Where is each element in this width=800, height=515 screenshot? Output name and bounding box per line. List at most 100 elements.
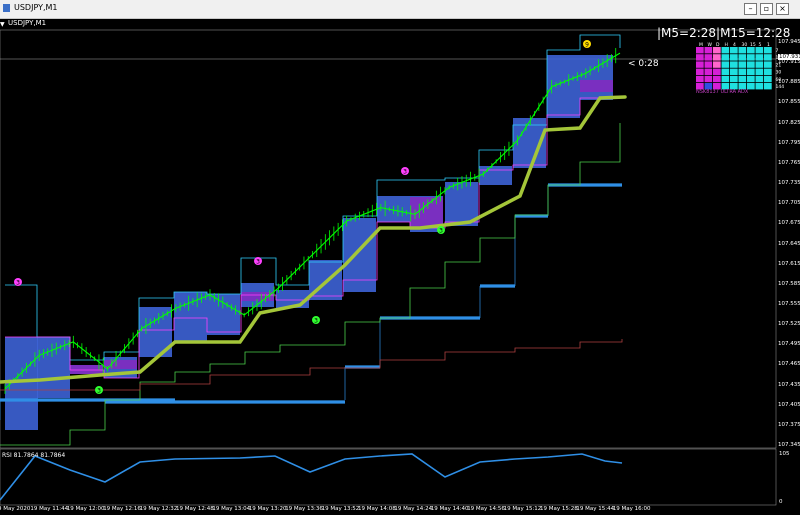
range-box	[174, 292, 207, 342]
time-axis-label: 19 May 13:04	[212, 506, 251, 512]
bar-countdown: < 0:28	[628, 59, 659, 69]
adx-label: NSK8137 ULTRA ADX	[696, 89, 749, 95]
adx-cell	[696, 61, 704, 68]
time-axis-label: 19 May 13:20	[248, 506, 287, 512]
time-axis-label: 19 May 14:40	[430, 506, 469, 512]
price-axis-label: 107.825	[778, 119, 800, 126]
adx-cell	[696, 47, 704, 54]
adx-cell	[764, 68, 772, 75]
price-axis-label: 107.945	[778, 39, 800, 45]
time-axis-label: 19 May 13:52	[321, 506, 360, 512]
adx-cell	[755, 61, 764, 68]
adx-cell	[764, 83, 772, 90]
upper-envelope-line	[5, 34, 621, 361]
adx-cell	[747, 47, 755, 54]
time-axis-label: 19 May 12:00	[66, 506, 105, 512]
adx-cell	[738, 54, 747, 61]
price-axis-label: 107.675	[778, 220, 800, 227]
price-axis-label: 107.885	[778, 79, 800, 86]
adx-cell	[738, 61, 747, 68]
rsi-label: RSI 81.7864 81.7864	[2, 452, 66, 459]
time-axis-label: 19 May 12:16	[103, 506, 141, 512]
price-axis-label: 107.915	[778, 59, 800, 66]
price-axis-label: 107.495	[778, 341, 800, 348]
signal-marker-label: 3	[439, 228, 443, 235]
adx-row-label: 30	[776, 70, 782, 76]
adx-cell	[764, 75, 772, 83]
time-axis-label: 19 May 15:28	[540, 506, 578, 512]
range-box-accent	[241, 292, 274, 301]
price-axis-label: 107.375	[778, 421, 800, 428]
adx-cell	[721, 75, 730, 83]
adx-cell	[730, 47, 738, 54]
adx-cell	[696, 54, 704, 61]
price-axis-label: 107.465	[778, 361, 800, 368]
adx-cell	[764, 61, 772, 68]
adx-cell	[755, 68, 764, 75]
adx-cell	[755, 75, 764, 83]
adx-cell	[696, 68, 704, 75]
range-box	[343, 218, 376, 292]
price-axis-label: 107.345	[778, 442, 800, 448]
range-box	[207, 294, 240, 335]
rsi-bottom-level: 0	[779, 499, 783, 505]
adx-cell	[730, 75, 738, 83]
adx-cell	[704, 47, 713, 54]
adx-cell	[713, 75, 721, 83]
time-axis-label: 19 May 14:08	[358, 506, 396, 512]
adx-cell	[721, 61, 730, 68]
adx-cell	[738, 75, 747, 83]
time-axis-label: 19 May 14:56	[467, 506, 505, 512]
signal-marker-label: 3	[314, 318, 318, 325]
adx-cell	[730, 61, 738, 68]
price-axis-label: 107.855	[778, 99, 800, 106]
adx-cell	[738, 68, 747, 75]
adx-cell	[696, 75, 704, 83]
range-box-accent	[70, 365, 103, 374]
adx-cell	[704, 75, 713, 83]
price-axis-label: 107.795	[778, 139, 800, 146]
time-axis-label: 19 May 16:00	[612, 506, 651, 512]
adx-cell	[764, 54, 772, 61]
price-axis-label: 107.525	[778, 321, 800, 328]
price-axis-label: 107.435	[778, 381, 800, 388]
adx-cell	[704, 68, 713, 75]
adx-cell	[713, 47, 721, 54]
time-axis-label: 19 May 13:36	[285, 506, 323, 512]
adx-cell	[721, 47, 730, 54]
adx-cell	[713, 61, 721, 68]
rsi-line	[0, 453, 623, 501]
adx-cell	[704, 61, 713, 68]
adx-cell	[713, 54, 721, 61]
adx-cell	[755, 83, 764, 90]
adx-cell	[738, 47, 747, 54]
signal-marker-label: 3	[256, 259, 260, 266]
signal-marker-label: 3	[97, 388, 101, 395]
adx-cell	[755, 47, 764, 54]
adx-cell	[755, 54, 764, 61]
price-line	[4, 52, 621, 390]
main-chart-frame	[0, 29, 777, 449]
price-axis-label: 107.585	[778, 280, 800, 287]
timer-display: |M5=2:28|M15=12:28	[657, 26, 791, 40]
current-price-box: 107.931	[778, 54, 800, 60]
price-chart[interactable]: 3333339MWDH43015517142130601441050	[0, 0, 800, 515]
price-axis-label: 107.705	[778, 200, 800, 207]
time-axis-label: 19 May 15:12	[503, 506, 542, 512]
signal-marker-label: 9	[585, 42, 589, 49]
trend-line	[0, 339, 623, 391]
adx-cell	[713, 68, 721, 75]
time-axis-label: 19 May 12:32	[139, 506, 178, 512]
adx-cell	[747, 68, 755, 75]
time-axis-label: 19 May 11:44	[30, 506, 69, 512]
time-axis-label: 19 May 14:24	[394, 506, 433, 512]
price-axis-label: 107.735	[778, 180, 800, 187]
adx-cell	[764, 47, 772, 54]
rsi-frame	[0, 448, 777, 506]
adx-cell	[747, 61, 755, 68]
adx-cell	[721, 68, 730, 75]
adx-cell	[730, 68, 738, 75]
range-box-accent	[580, 80, 613, 92]
price-axis-label: 107.645	[778, 240, 800, 247]
time-axis-label: 19 May 15:44	[576, 506, 615, 512]
